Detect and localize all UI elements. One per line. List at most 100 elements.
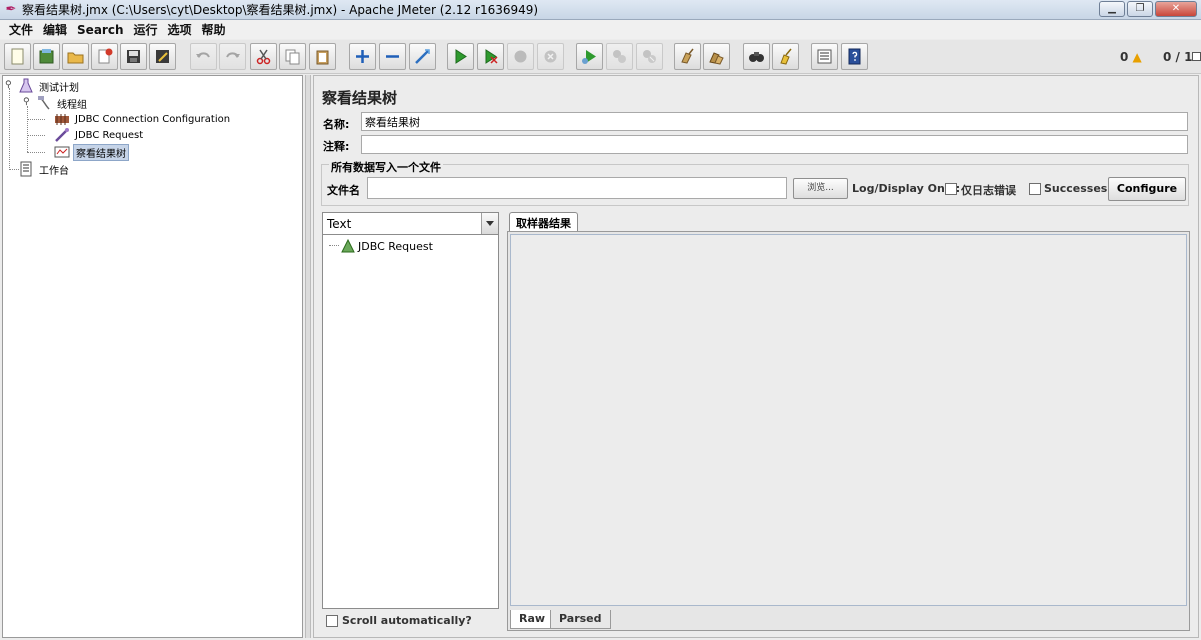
tree-node-view-results-tree[interactable]: 察看结果树 — [54, 143, 129, 161]
help-button[interactable] — [841, 43, 868, 70]
comment-input[interactable] — [361, 135, 1188, 154]
result-item-jdbc-request[interactable]: JDBC Request — [341, 239, 433, 253]
new-button[interactable] — [4, 43, 31, 70]
menu-options[interactable]: 选项 — [163, 21, 197, 39]
remote-shutdown-button[interactable] — [636, 43, 663, 70]
remote-start-button[interactable] — [576, 43, 603, 70]
function-helper-button[interactable] — [811, 43, 838, 70]
menu-file[interactable]: 文件 — [4, 21, 38, 39]
errors-only-label: 仅日志错误 — [961, 184, 1016, 197]
tree-guide-line — [329, 245, 339, 246]
tree-node-workbench[interactable]: 工作台 — [18, 161, 71, 177]
renderer-select[interactable]: Text — [323, 213, 498, 235]
successes-label: Successes — [1044, 182, 1108, 195]
configure-button[interactable]: Configure — [1108, 177, 1186, 201]
cut-button[interactable] — [250, 43, 277, 70]
tree-guide-line — [27, 135, 45, 136]
minimize-button[interactable]: ▁ — [1099, 1, 1125, 17]
title-bar: ✒ 察看结果树.jmx (C:\Users\cyt\Desktop\察看结果树.… — [0, 0, 1201, 20]
sampler-result-panel: Raw Parsed — [507, 231, 1190, 631]
save-as-button[interactable] — [149, 43, 176, 70]
view-results-tree-panel: 察看结果树 名称: 注释: 所有数据写入一个文件 文件名 浏览... Log/D… — [313, 75, 1199, 638]
browse-button[interactable]: 浏览... — [793, 178, 848, 199]
tree-node-jdbc-request[interactable]: JDBC Request — [54, 127, 145, 143]
comment-label: 注释: — [323, 140, 350, 153]
search-button[interactable] — [743, 43, 770, 70]
tab-sampler-result[interactable]: 取样器结果 — [509, 212, 578, 231]
shutdown-button[interactable] — [537, 43, 564, 70]
window-title: 察看结果树.jmx (C:\Users\cyt\Desktop\察看结果树.jm… — [22, 3, 539, 17]
clear-button[interactable] — [674, 43, 701, 70]
copy-button[interactable] — [279, 43, 306, 70]
restore-button[interactable]: ❐ — [1127, 1, 1153, 17]
close-file-icon — [98, 48, 113, 64]
tree-node-thread-group[interactable]: 线程组 — [36, 95, 89, 111]
toolbar: 0 ▲ 0 / 1 — [0, 40, 1201, 74]
scroll-automatically-checkbox[interactable] — [326, 615, 338, 627]
tab-parsed[interactable]: Parsed — [550, 610, 611, 629]
plus-icon — [356, 50, 369, 63]
warning-triangle-icon: ▲ — [1132, 50, 1142, 64]
new-file-icon — [11, 48, 24, 65]
paste-button[interactable] — [309, 43, 336, 70]
name-label: 名称: — [323, 118, 350, 131]
tree-guide-line — [27, 106, 28, 152]
page-title: 察看结果树 — [322, 89, 398, 107]
sampler-result-content — [510, 234, 1187, 606]
tree-toggle-icon[interactable]: ⚲ — [5, 80, 12, 90]
renderer-selected-value: Text — [327, 217, 352, 231]
successes-checkbox[interactable] — [1029, 183, 1041, 195]
errors-only-checkbox[interactable] — [945, 183, 957, 195]
file-group-title: 所有数据写入一个文件 — [329, 159, 443, 175]
binoculars-icon — [749, 52, 764, 62]
success-triangle-icon — [341, 239, 355, 253]
remote-stop-button[interactable] — [606, 43, 633, 70]
reset-search-button[interactable] — [772, 43, 799, 70]
menu-edit[interactable]: 编辑 — [38, 21, 72, 39]
toggle-button[interactable] — [409, 43, 436, 70]
test-plan-tree: ⚲ ⚲ 测试计划 线程组 JDBC Connection Configurati… — [2, 75, 303, 638]
collapse-all-button[interactable] — [379, 43, 406, 70]
name-input[interactable] — [361, 112, 1188, 131]
shutdown-icon — [544, 50, 557, 63]
save-disk-icon — [127, 50, 140, 63]
chevron-down-icon[interactable] — [481, 213, 498, 234]
thread-group-icon — [38, 96, 50, 110]
menu-search[interactable]: Search — [72, 21, 128, 39]
help-book-icon — [848, 48, 861, 65]
scissors-icon — [256, 49, 271, 65]
tab-raw[interactable]: Raw — [510, 610, 555, 629]
tree-toggle-icon[interactable]: ⚲ — [23, 97, 30, 107]
scroll-automatically-label: Scroll automatically? — [342, 614, 472, 627]
remote-shutdown-icon — [643, 50, 656, 63]
start-button[interactable] — [447, 43, 474, 70]
filename-label: 文件名 — [327, 184, 360, 197]
tree-node-jdbc-config[interactable]: JDBC Connection Configuration — [54, 111, 232, 127]
log-viewer-icon[interactable] — [1192, 52, 1201, 61]
menu-run[interactable]: 运行 — [128, 21, 162, 39]
stop-button[interactable] — [507, 43, 534, 70]
open-button[interactable] — [62, 43, 89, 70]
menu-help[interactable]: 帮助 — [197, 21, 231, 39]
filename-input[interactable] — [367, 177, 787, 199]
expand-all-button[interactable] — [349, 43, 376, 70]
save-button[interactable] — [120, 43, 147, 70]
templates-button[interactable] — [33, 43, 60, 70]
menu-bar: 文件 编辑 Search 运行 选项 帮助 — [0, 20, 1201, 39]
active-thread-count: 0 / 1 — [1163, 50, 1193, 64]
tree-node-test-plan[interactable]: 测试计划 — [18, 78, 81, 94]
save-as-icon — [156, 50, 169, 63]
panel-splitter[interactable] — [305, 75, 311, 638]
open-folder-icon — [67, 52, 84, 64]
clear-all-button[interactable] — [703, 43, 730, 70]
play-icon — [455, 49, 467, 64]
tree-guide-line — [27, 119, 45, 120]
start-no-pauses-button[interactable] — [477, 43, 504, 70]
sampler-icon — [55, 128, 69, 142]
results-list: Text JDBC Request — [322, 212, 499, 609]
close-button[interactable]: ✕ — [1155, 1, 1197, 17]
close-file-button[interactable] — [91, 43, 118, 70]
redo-button[interactable] — [219, 43, 246, 70]
undo-button[interactable] — [190, 43, 217, 70]
undo-icon — [196, 52, 210, 58]
